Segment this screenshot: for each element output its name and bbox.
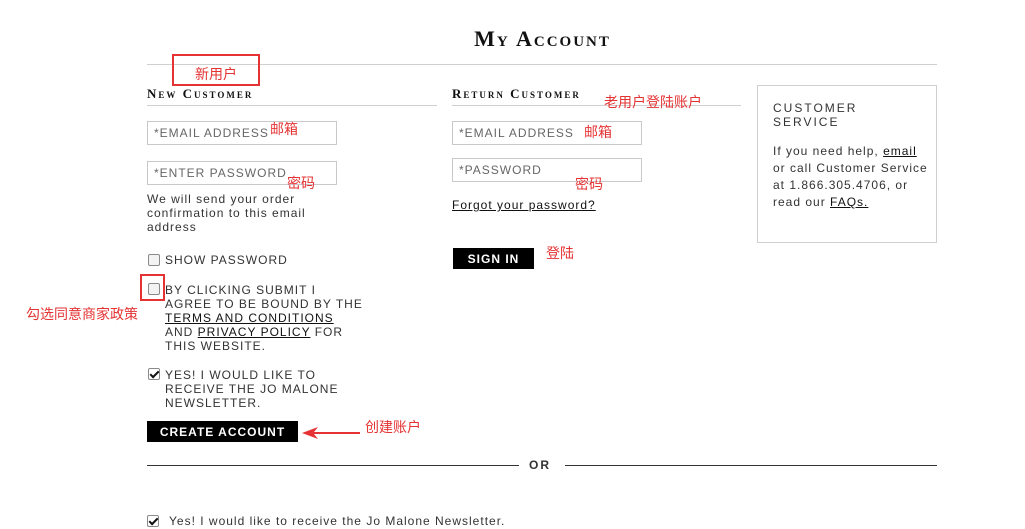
old-user-annotation: 老用户登陆账户 — [604, 95, 702, 111]
bottom-newsletter-label: Yes! I would like to receive the Jo Malo… — [169, 514, 506, 528]
create-account-button[interactable]: CREATE ACCOUNT — [147, 421, 298, 442]
signin-annotation: 登陆 — [546, 246, 574, 262]
customer-service-heading: CUSTOMER SERVICE — [773, 101, 858, 129]
password-annotation-1: 密码 — [287, 176, 315, 192]
email-annotation-1: 邮箱 — [270, 122, 298, 138]
show-password-label: SHOW PASSWORD — [165, 253, 288, 267]
email-link[interactable]: email — [883, 144, 917, 158]
return-email-input[interactable] — [452, 121, 642, 145]
or-label: OR — [529, 458, 551, 472]
customer-service-text: If you need help, email or call Customer… — [773, 144, 928, 209]
new-email-input[interactable] — [147, 121, 337, 145]
password-annotation-2: 密码 — [575, 177, 603, 193]
new-customer-heading: New Customer — [147, 86, 254, 101]
agree-policy-annotation: 勾选同意商家政策 — [26, 307, 138, 323]
privacy-policy-link[interactable]: PRIVACY POLICY — [198, 325, 311, 339]
bottom-newsletter-checkbox[interactable] — [147, 515, 159, 527]
arrow-left-icon — [302, 427, 360, 439]
faq-link[interactable]: FAQs. — [830, 195, 868, 209]
new-customer-rule — [147, 105, 437, 106]
page-title: My Account — [474, 26, 611, 51]
newsletter-label: YES! I WOULD LIKE TO RECEIVE THE JO MALO… — [165, 368, 339, 410]
email-annotation-2: 邮箱 — [584, 125, 612, 141]
sign-in-button[interactable]: SIGN IN — [453, 248, 534, 269]
or-divider-left — [147, 465, 519, 466]
return-customer-heading: Return Customer — [452, 86, 581, 101]
newsletter-checkbox[interactable] — [148, 368, 160, 380]
forgot-password-link[interactable]: Forgot your password? — [452, 198, 596, 212]
show-password-checkbox[interactable] — [148, 254, 160, 266]
create-account-annotation: 创建账户 — [365, 420, 421, 436]
terms-label: BY CLICKING SUBMIT I AGREE TO BE BOUND B… — [165, 283, 363, 353]
title-divider — [147, 64, 937, 65]
customer-service-box: CUSTOMER SERVICE If you need help, email… — [757, 85, 937, 243]
terms-link[interactable]: TERMS AND CONDITIONS — [165, 311, 334, 325]
email-confirmation-note: We will send your order confirmation to … — [147, 192, 306, 234]
new-user-annotation: 新用户 — [195, 67, 237, 83]
or-divider-right — [565, 465, 937, 466]
return-password-input[interactable] — [452, 158, 642, 182]
terms-checkbox-annotation-box — [140, 274, 165, 301]
